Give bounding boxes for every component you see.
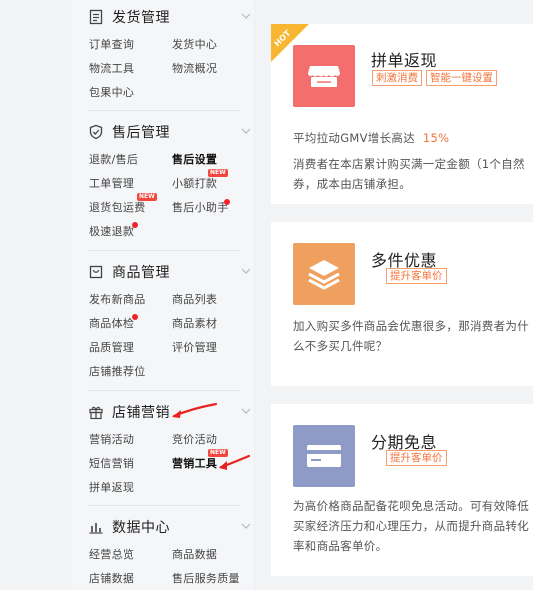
annotation-arrow bbox=[172, 402, 218, 418]
menu-item-ticket-management[interactable]: 工单管理 bbox=[89, 175, 134, 191]
section-title: 数据中心 bbox=[112, 520, 170, 536]
notification-dot bbox=[132, 222, 138, 228]
tool-card-multi-item-discount[interactable]: 多件优惠 提升客单价 加入购买多件商品会优惠很多，那消费者为什 么不多买几件呢？ bbox=[271, 222, 533, 386]
menu-item-fast-refund[interactable]: 极速退款 bbox=[89, 223, 134, 239]
menu-item-service-quality[interactable]: 售后服务质量 bbox=[172, 570, 240, 586]
section-header-marketing[interactable]: 店铺营销 bbox=[88, 401, 251, 423]
section-header-shipping[interactable]: 发货管理 bbox=[88, 6, 251, 28]
menu-item-small-payment[interactable]: 小额打款 bbox=[172, 175, 217, 191]
card-icon bbox=[293, 425, 355, 487]
menu-item-product-list[interactable]: 商品列表 bbox=[172, 291, 217, 307]
chevron-down-icon[interactable] bbox=[240, 405, 252, 417]
menu-item-business-overview[interactable]: 经营总览 bbox=[89, 546, 134, 562]
card-icon bbox=[293, 45, 355, 107]
section-data-center: 数据中心 经营总览 商品数据 店铺数据 售后服务质量 bbox=[72, 516, 254, 590]
divider bbox=[88, 390, 240, 391]
card-description: 为高价格商品配备花呗免息活动。可有效降低 买家经济压力和心理压力，从而提升商品转… bbox=[293, 499, 529, 553]
menu-item-order-query[interactable]: 订单查询 bbox=[89, 36, 134, 52]
chevron-down-icon[interactable] bbox=[240, 10, 252, 22]
gift-icon bbox=[89, 406, 103, 420]
annotation-arrow bbox=[219, 454, 251, 470]
left-gutter bbox=[0, 0, 72, 590]
menu-item-marketing-activities[interactable]: 营销活动 bbox=[89, 431, 134, 447]
card-tag: 刺激消费 bbox=[372, 70, 422, 86]
menu-item-logistics-tools[interactable]: 物流工具 bbox=[89, 60, 134, 76]
menu-item-shipping-center[interactable]: 发货中心 bbox=[172, 36, 217, 52]
shield-icon bbox=[89, 124, 103, 140]
layers-icon bbox=[308, 260, 340, 290]
card-tag: 智能一键设置 bbox=[426, 70, 497, 86]
menu-item-after-sales-assistant[interactable]: 售后小助手 bbox=[172, 199, 229, 215]
menu-item-product-materials[interactable]: 商品素材 bbox=[172, 315, 217, 331]
menu-item-product-check[interactable]: 商品体检 bbox=[89, 315, 134, 331]
chevron-down-icon[interactable] bbox=[240, 265, 252, 277]
chevron-down-icon[interactable] bbox=[240, 520, 252, 532]
section-products: 商品管理 发布新商品 商品列表 商品体检 商品素材 品质管理 评价管理 店铺推荐… bbox=[72, 261, 254, 386]
section-title: 店铺营销 bbox=[112, 405, 170, 421]
new-badge: NEW bbox=[208, 169, 228, 177]
divider bbox=[88, 110, 240, 111]
tool-card-installment[interactable]: 分期免息 提升客单价 为高价格商品配备花呗免息活动。可有效降低 买家经济压力和心… bbox=[271, 404, 533, 576]
section-title: 发货管理 bbox=[112, 10, 170, 26]
divider bbox=[88, 505, 240, 506]
menu-item-after-sales-settings[interactable]: 售后设置 bbox=[172, 151, 217, 167]
menu-item-refund[interactable]: 退款/售后 bbox=[89, 151, 138, 167]
section-header-after-sales[interactable]: 售后管理 bbox=[88, 121, 251, 143]
section-after-sales: 售后管理 退款/售后 售后设置 工单管理 小额打款 NEW 退货包运费 NEW … bbox=[72, 121, 254, 246]
new-badge: NEW bbox=[137, 193, 157, 201]
chevron-down-icon[interactable] bbox=[240, 125, 252, 137]
menu-item-sms-marketing[interactable]: 短信营销 bbox=[89, 455, 134, 471]
sidebar: 发货管理 订单查询 发货中心 物流工具 物流概况 包果中心 售后管理 退款/售后… bbox=[72, 0, 255, 590]
menu-item-marketing-tools[interactable]: 营销工具 bbox=[172, 455, 217, 471]
notification-dot bbox=[132, 314, 138, 320]
tool-card-group-cashback[interactable]: HOT 拼单返现 刺激消费 智能一键设置 平均拉动GMV增长高达 15% 消费者… bbox=[271, 24, 533, 204]
section-shipping: 发货管理 订单查询 发货中心 物流工具 物流概况 包果中心 bbox=[72, 6, 254, 101]
storefront-icon bbox=[308, 66, 340, 87]
card-description: 消费者在本店累计购买满一定金额（1个自然 券，成本由店铺承担。 bbox=[293, 157, 525, 191]
menu-item-logistics-overview[interactable]: 物流概况 bbox=[172, 60, 217, 76]
credit-card-icon bbox=[307, 445, 341, 467]
menu-item-bidding-activities[interactable]: 竞价活动 bbox=[172, 431, 217, 447]
gmv-percent: 15% bbox=[422, 131, 450, 145]
bag-icon bbox=[89, 265, 103, 279]
section-header-products[interactable]: 商品管理 bbox=[88, 261, 251, 283]
menu-item-group-cashback[interactable]: 拼单返现 bbox=[89, 479, 134, 495]
menu-item-package-center[interactable]: 包果中心 bbox=[89, 84, 134, 100]
card-title: 拼单返现 bbox=[371, 51, 438, 70]
menu-item-shop-recommend[interactable]: 店铺推荐位 bbox=[89, 363, 146, 379]
main-content: HOT 拼单返现 刺激消费 智能一键设置 平均拉动GMV增长高达 15% 消费者… bbox=[255, 0, 533, 590]
section-header-data-center[interactable]: 数据中心 bbox=[88, 516, 251, 538]
document-icon bbox=[89, 9, 103, 25]
divider bbox=[88, 250, 240, 251]
notification-dot bbox=[224, 199, 230, 205]
section-title: 售后管理 bbox=[112, 125, 170, 141]
card-icon bbox=[293, 243, 355, 305]
section-title: 商品管理 bbox=[112, 265, 170, 281]
menu-item-shop-data[interactable]: 店铺数据 bbox=[89, 570, 134, 586]
card-tag: 提升客单价 bbox=[386, 268, 447, 284]
card-stat: 平均拉动GMV增长高达 15% bbox=[293, 131, 450, 145]
menu-item-publish-product[interactable]: 发布新商品 bbox=[89, 291, 146, 307]
card-description: 加入购买多件商品会优惠很多，那消费者为什 么不多买几件呢？ bbox=[293, 319, 529, 353]
bar-chart-icon bbox=[89, 523, 103, 534]
menu-item-return-shipping[interactable]: 退货包运费 bbox=[89, 199, 146, 215]
card-tag: 提升客单价 bbox=[386, 450, 447, 466]
menu-item-product-data[interactable]: 商品数据 bbox=[172, 546, 217, 562]
menu-item-quality-management[interactable]: 品质管理 bbox=[89, 339, 134, 355]
menu-item-review-management[interactable]: 评价管理 bbox=[172, 339, 217, 355]
